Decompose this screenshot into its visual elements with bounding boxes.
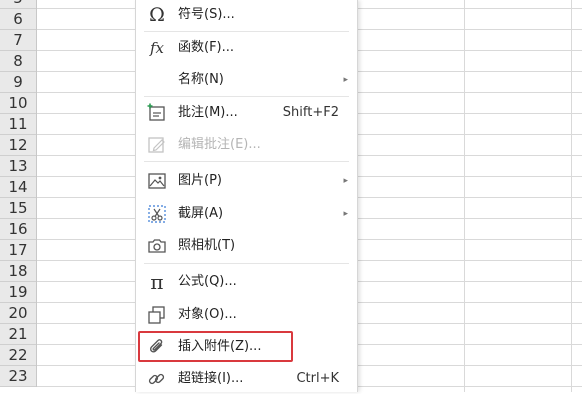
menu-item-edit-comment: 编辑批注(E)...: [136, 130, 357, 160]
menu-item-equation[interactable]: π 公式(Q)...: [136, 267, 357, 297]
row-header[interactable]: 13: [0, 156, 36, 177]
row-header[interactable]: 16: [0, 219, 36, 240]
screenshot-icon: [146, 203, 168, 225]
row-header[interactable]: 7: [0, 30, 36, 51]
menu-item-name[interactable]: 名称(N) ▸: [136, 65, 357, 95]
menu-item-label: 超链接(I)...: [178, 371, 244, 386]
row-header[interactable]: 6: [0, 9, 36, 30]
menu-item-hyperlink[interactable]: 超链接(I)... Ctrl+K: [136, 364, 357, 394]
row-header[interactable]: 18: [0, 261, 36, 282]
menu-separator: [144, 96, 349, 97]
menu-item-label: 公式(Q)...: [178, 274, 237, 289]
hyperlink-icon: [146, 368, 168, 390]
row-header[interactable]: 23: [0, 366, 36, 387]
fx-icon: fx: [149, 39, 164, 57]
row-header[interactable]: 20: [0, 303, 36, 324]
comment-edit-icon: [146, 134, 168, 156]
menu-item-comment[interactable]: 批注(M)... Shift+F2: [136, 98, 357, 128]
row-header[interactable]: 10: [0, 93, 36, 114]
picture-icon: [146, 170, 168, 192]
menu-item-label: 截屏(A): [178, 206, 224, 221]
row-header[interactable]: 22: [0, 345, 36, 366]
menu-separator: [144, 263, 349, 264]
row-header[interactable]: 21: [0, 324, 36, 345]
menu-item-function[interactable]: fx 函数(F)...: [136, 33, 357, 63]
menu-item-shortcut: Shift+F2: [282, 105, 339, 120]
menu-separator: [144, 161, 349, 162]
row-header[interactable]: 14: [0, 177, 36, 198]
row-header[interactable]: 9: [0, 72, 36, 93]
menu-item-label: 对象(O)...: [178, 307, 237, 322]
comment-add-icon: [146, 102, 168, 124]
menu-separator: [144, 31, 349, 32]
submenu-arrow-icon: ▸: [343, 75, 348, 85]
row-header-column: 5 6 7 8 9 10 11 12 13 14 15 16 17 18 19 …: [0, 0, 37, 387]
row-header[interactable]: 8: [0, 51, 36, 72]
highlight-box: [138, 331, 293, 362]
omega-icon: Ω: [149, 4, 165, 26]
object-icon: [146, 304, 168, 326]
menu-item-label: 编辑批注(E)...: [178, 137, 261, 152]
row-header[interactable]: 5: [0, 0, 36, 9]
menu-item-label: 符号(S)...: [178, 7, 235, 22]
menu-item-label: 批注(M)...: [178, 105, 238, 120]
menu-item-symbol[interactable]: Ω 符号(S)...: [136, 0, 357, 30]
menu-item-camera[interactable]: 照相机(T): [136, 231, 357, 261]
menu-item-picture[interactable]: 图片(P) ▸: [136, 166, 357, 196]
menu-item-label: 图片(P): [178, 173, 222, 188]
menu-item-screenshot[interactable]: 截屏(A) ▸: [136, 199, 357, 229]
submenu-arrow-icon: ▸: [343, 209, 348, 219]
pi-icon: π: [150, 270, 164, 294]
menu-item-label: 函数(F)...: [178, 40, 235, 55]
row-header[interactable]: 15: [0, 198, 36, 219]
menu-item-label: 照相机(T): [178, 238, 236, 253]
menu-item-object[interactable]: 对象(O)...: [136, 300, 357, 330]
menu-item-label: 名称(N): [178, 72, 224, 87]
submenu-arrow-icon: ▸: [343, 176, 348, 186]
row-header[interactable]: 19: [0, 282, 36, 303]
row-header[interactable]: 12: [0, 135, 36, 156]
row-header[interactable]: 17: [0, 240, 36, 261]
menu-item-shortcut: Ctrl+K: [296, 371, 339, 386]
camera-icon: [146, 235, 168, 257]
row-header[interactable]: 11: [0, 114, 36, 135]
